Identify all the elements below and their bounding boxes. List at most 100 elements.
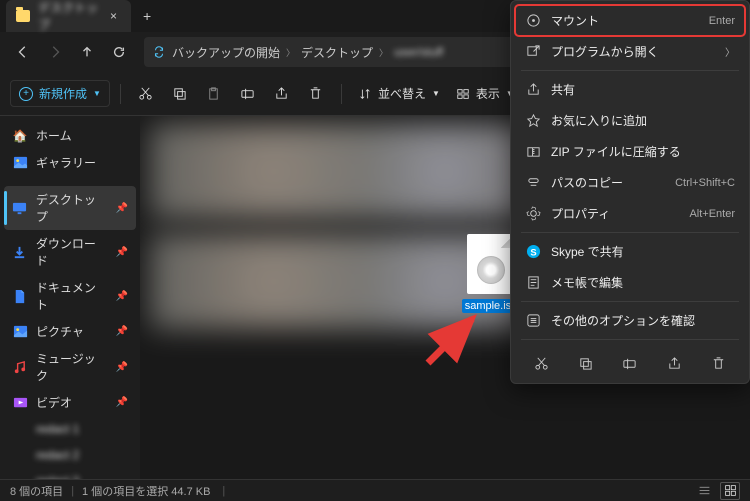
mount-icon xyxy=(525,13,541,29)
plus-circle-icon: + xyxy=(19,87,33,101)
sidebar-item-documents[interactable]: ドキュメント📌 xyxy=(4,274,136,318)
breadcrumb-backup[interactable]: バックアップの開始 xyxy=(172,44,280,61)
ctx-item-copy-path[interactable]: パスのコピー Ctrl+Shift+C xyxy=(515,167,745,198)
video-icon xyxy=(12,395,28,411)
separator xyxy=(341,84,342,104)
tab-title: デスクトップ xyxy=(38,0,98,33)
separator: | xyxy=(71,485,74,497)
sidebar-item-folder[interactable]: redact 3 xyxy=(4,468,136,479)
skype-icon: S xyxy=(525,244,541,260)
sort-button[interactable]: 並べ替え ▼ xyxy=(352,81,446,106)
zip-icon xyxy=(525,144,541,160)
separator xyxy=(521,232,739,233)
chevron-right-icon: 〉 xyxy=(286,46,295,59)
sidebar-item-gallery[interactable]: ギャラリー xyxy=(4,149,136,176)
chevron-down-icon: ▼ xyxy=(93,89,101,98)
sidebar-item-music[interactable]: ミュージック📌 xyxy=(4,345,136,389)
download-icon xyxy=(12,244,28,260)
music-icon xyxy=(12,359,28,375)
share-button[interactable] xyxy=(267,79,297,109)
breadcrumb-blurred[interactable]: user/stuff xyxy=(394,45,443,59)
ctx-rename-button[interactable] xyxy=(616,349,644,377)
separator xyxy=(521,70,739,71)
separator xyxy=(521,301,739,302)
sidebar-item-home[interactable]: 🏠ホーム xyxy=(4,122,136,149)
ctx-item-zip[interactable]: ZIP ファイルに圧縮する xyxy=(515,136,745,167)
separator: | xyxy=(222,485,225,497)
copy-button[interactable] xyxy=(165,79,195,109)
more-options-icon xyxy=(525,313,541,329)
new-tab-button[interactable]: + xyxy=(131,8,163,24)
folder-icon xyxy=(16,10,30,22)
close-icon[interactable]: × xyxy=(106,9,121,23)
sync-icon xyxy=(152,45,166,59)
star-icon xyxy=(525,113,541,129)
open-with-icon xyxy=(525,44,541,60)
sort-icon xyxy=(358,87,372,101)
pin-icon: 📌 xyxy=(116,203,128,214)
sidebar-item-downloads[interactable]: ダウンロード📌 xyxy=(4,230,136,274)
pin-icon: 📌 xyxy=(116,397,128,408)
pin-icon: 📌 xyxy=(116,326,128,337)
breadcrumb-desktop[interactable]: デスクトップ xyxy=(301,44,373,61)
copy-path-icon xyxy=(525,175,541,191)
notepad-icon xyxy=(525,275,541,291)
ctx-bottom-toolbar xyxy=(515,343,745,379)
ctx-item-share[interactable]: 共有 xyxy=(515,74,745,105)
iso-file-icon xyxy=(467,234,515,294)
ctx-item-properties[interactable]: プロパティ Alt+Enter xyxy=(515,198,745,229)
statusbar: 8 個の項目 | 1 個の項目を選択 44.7 KB | xyxy=(0,479,750,501)
sidebar: 🏠ホーム ギャラリー デスクトップ📌 ダウンロード📌 ドキュメント📌 ピクチャ📌… xyxy=(0,116,140,479)
ctx-item-favorite[interactable]: お気に入りに追加 xyxy=(515,105,745,136)
gallery-icon xyxy=(12,155,28,171)
status-selection: 1 個の項目を選択 44.7 KB xyxy=(82,483,210,499)
rename-button[interactable] xyxy=(233,79,263,109)
paste-button[interactable] xyxy=(199,79,229,109)
forward-button[interactable] xyxy=(40,37,70,67)
icons-view-button[interactable] xyxy=(720,482,740,500)
separator xyxy=(120,84,121,104)
status-count: 8 個の項目 xyxy=(10,483,63,499)
context-menu: マウント Enter プログラムから開く 〉 共有 お気に入りに追加 ZIP フ… xyxy=(510,0,750,384)
ctx-cut-button[interactable] xyxy=(527,349,555,377)
sidebar-item-folder[interactable]: redact 2 xyxy=(4,442,136,468)
ctx-item-skype[interactable]: S Skype で共有 xyxy=(515,236,745,267)
properties-icon xyxy=(525,206,541,222)
separator xyxy=(521,339,739,340)
home-icon: 🏠 xyxy=(12,128,28,144)
pictures-icon xyxy=(12,324,28,340)
details-view-button[interactable] xyxy=(694,482,714,500)
pin-icon: 📌 xyxy=(116,291,128,302)
ctx-copy-button[interactable] xyxy=(572,349,600,377)
up-button[interactable] xyxy=(72,37,102,67)
ctx-share-button[interactable] xyxy=(660,349,688,377)
view-icon xyxy=(456,87,470,101)
ctx-delete-button[interactable] xyxy=(705,349,733,377)
chevron-right-icon: 〉 xyxy=(379,46,388,59)
pin-icon: 📌 xyxy=(116,362,128,373)
sidebar-item-pictures[interactable]: ピクチャ📌 xyxy=(4,318,136,345)
ctx-item-more-options[interactable]: その他のオプションを確認 xyxy=(515,305,745,336)
chevron-right-icon: 〉 xyxy=(725,44,735,59)
delete-button[interactable] xyxy=(301,79,331,109)
ctx-item-mount[interactable]: マウント Enter xyxy=(515,5,745,36)
sidebar-item-folder[interactable]: redact 1 xyxy=(4,416,136,442)
new-button[interactable]: + 新規作成 ▼ xyxy=(10,80,110,107)
cut-button[interactable] xyxy=(131,79,161,109)
sort-label: 並べ替え xyxy=(378,85,426,102)
document-icon xyxy=(12,288,28,304)
folder-icon xyxy=(12,421,28,437)
sidebar-item-videos[interactable]: ビデオ📌 xyxy=(4,389,136,416)
view-label: 表示 xyxy=(476,85,500,102)
sidebar-item-desktop[interactable]: デスクトップ📌 xyxy=(4,186,136,230)
chevron-down-icon: ▼ xyxy=(432,89,440,98)
svg-text:S: S xyxy=(530,247,536,257)
share-icon xyxy=(525,82,541,98)
refresh-button[interactable] xyxy=(104,37,134,67)
ctx-item-open-with[interactable]: プログラムから開く 〉 xyxy=(515,36,745,67)
ctx-item-notepad[interactable]: メモ帳で編集 xyxy=(515,267,745,298)
folder-icon xyxy=(12,447,28,463)
back-button[interactable] xyxy=(8,37,38,67)
tab-active[interactable]: デスクトップ × xyxy=(6,0,131,32)
new-label: 新規作成 xyxy=(39,85,87,102)
